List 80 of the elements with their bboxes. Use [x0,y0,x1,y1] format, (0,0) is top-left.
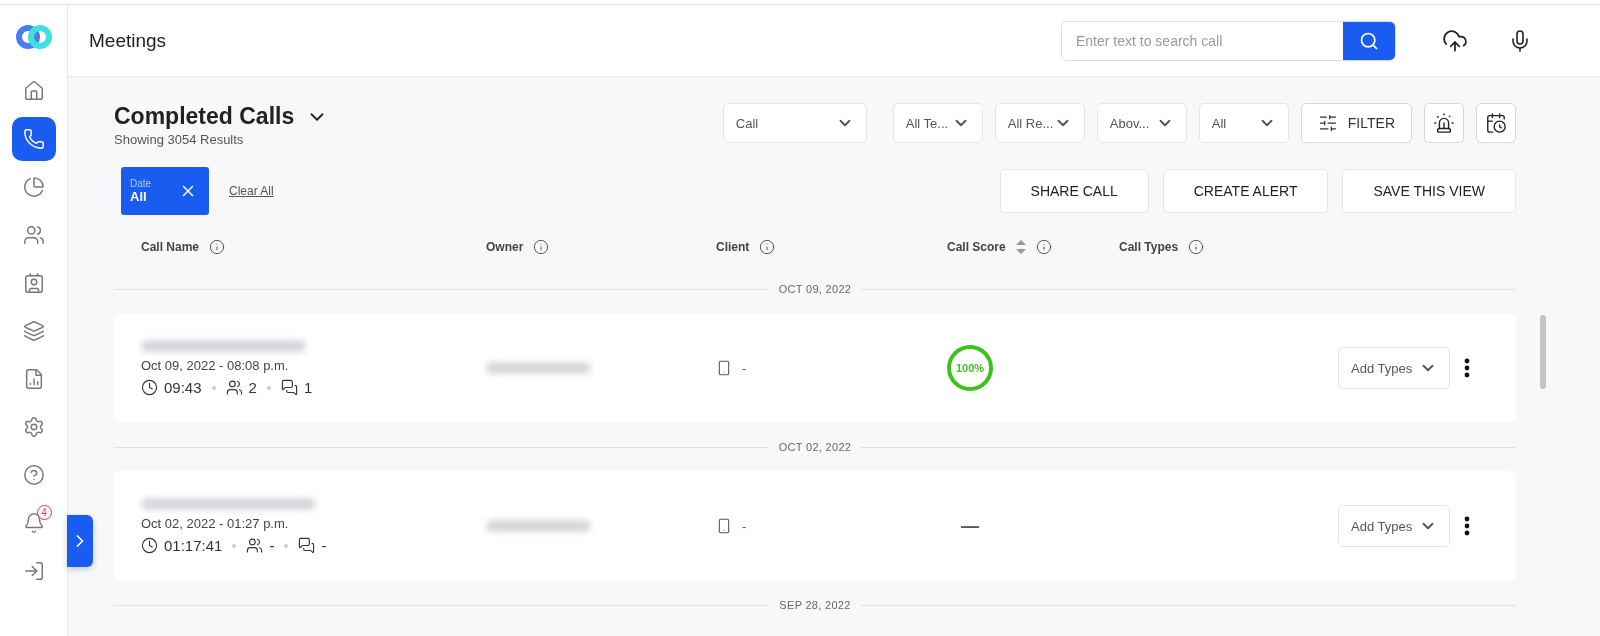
help-icon [22,464,45,486]
search-icon [1359,30,1379,51]
column-header: Call Types [1119,240,1179,254]
filter-dropdown[interactable]: All Te... [892,103,983,143]
search-field[interactable]: Enter text to search call [1061,20,1396,61]
client-value: - [742,518,747,534]
logo-icon [15,25,52,49]
column-header: Client [716,240,750,254]
siren-icon [1433,112,1455,134]
logout-icon [22,560,45,582]
add-types-dropdown[interactable]: Add Types [1338,505,1450,547]
column-header: Call Score [947,240,1006,254]
settings-icon [22,416,45,438]
device-icon [716,360,732,376]
phone-icon [22,128,45,150]
pie-chart-icon [22,176,45,198]
contact-card-icon [22,272,45,294]
chip-value: All [130,189,148,204]
search-button[interactable] [1343,21,1395,60]
notification-badge: 4 [36,505,52,520]
chip-label: Date [130,178,152,189]
filter-button[interactable]: FILTER [1300,103,1412,143]
comment-count: - [321,537,327,554]
score-ring: 100% [947,345,993,391]
call-card[interactable]: Oct 02, 2022 - 01:27 p.m. 01:17:41 - - - — Add Types [114,471,1516,581]
participant-count: - [269,537,275,554]
score-value: — [960,515,980,537]
filter-chip[interactable]: Date All [121,167,209,215]
device-icon [716,518,732,534]
info-icon[interactable] [759,239,776,255]
clear-all-link[interactable]: Clear All [229,184,274,198]
users-icon [22,224,45,246]
filter-dropdown[interactable]: Call [722,103,867,143]
info-icon[interactable] [533,239,550,255]
date-divider-label: OCT 09, 2022 [778,283,852,295]
call-duration: 01:17:41 [164,537,223,554]
call-card[interactable]: Oct 09, 2022 - 08:08 p.m. 09:43 2 1 - 100% Add Types [114,313,1516,423]
calendar-clock-icon [1485,112,1507,134]
expand-button[interactable] [67,515,93,567]
alert-button[interactable] [1424,103,1464,143]
call-datetime: Oct 09, 2022 - 08:08 p.m. [141,358,290,373]
sort-icon[interactable] [1015,240,1026,254]
home-icon [22,80,45,102]
view-title-dropdown[interactable]: Completed Calls [114,103,329,130]
info-icon[interactable] [1035,239,1052,255]
add-types-dropdown[interactable]: Add Types [1338,347,1450,389]
filter-dropdown[interactable]: All [1198,103,1289,143]
sliders-icon [1317,113,1338,133]
page-header-title: Meetings [89,29,168,52]
comment-count: 1 [303,379,313,396]
action-button[interactable]: CREATE ALERT [1162,169,1329,213]
filter-dropdown[interactable]: Abov... [1096,103,1187,143]
users-icon [225,379,243,396]
info-icon[interactable] [209,239,226,255]
more-icon [1464,516,1470,536]
sidebar-item[interactable]: 4 [11,501,56,545]
layers-icon [22,320,45,342]
call-duration: 09:43 [164,379,202,396]
schedule-button[interactable] [1476,103,1516,143]
clock-icon [141,379,158,396]
filter-dropdown[interactable]: All Re... [994,103,1085,143]
column-header: Call Name [141,240,200,254]
clock-icon [141,537,158,554]
upload-button[interactable] [1442,27,1468,54]
client-value: - [742,360,747,376]
sidebar-item[interactable] [11,117,56,161]
cloud-upload-icon [1442,27,1468,54]
date-divider-label: OCT 02, 2022 [778,441,852,453]
users-icon [246,537,264,554]
column-header: Owner [486,240,524,254]
comments-icon [280,379,298,396]
action-button[interactable]: SHARE CALL [999,169,1149,213]
info-icon[interactable] [1188,239,1205,255]
participant-count: 2 [248,379,257,396]
call-datetime: Oct 02, 2022 - 01:27 p.m. [141,516,290,531]
results-count: Showing 3054 Results [114,132,245,147]
date-divider-label: SEP 28, 2022 [779,599,851,611]
more-icon [1464,358,1470,378]
action-button[interactable]: SAVE THIS VIEW [1342,169,1516,213]
comments-icon [298,537,316,554]
